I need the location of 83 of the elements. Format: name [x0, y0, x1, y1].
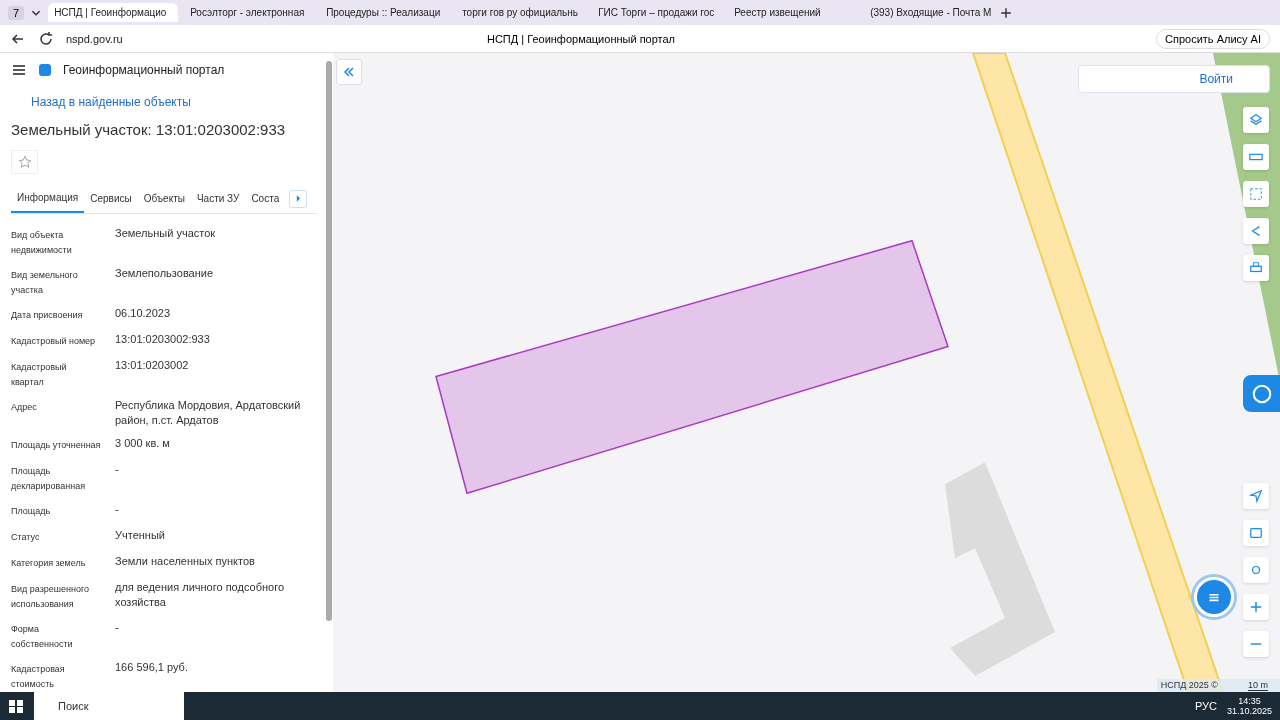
field-value: 13:01:0203002 [115, 358, 190, 373]
field-label: Вид земельного участка [11, 269, 79, 297]
field-label: Вид объекта недвижимости [11, 229, 73, 257]
back-link[interactable]: Назад в найденные объекты [31, 95, 333, 110]
field-label: Дата присвоения [11, 309, 84, 322]
field-value: Земельный участок [115, 226, 217, 241]
login-button[interactable]: Войти [1078, 65, 1270, 93]
app-title: Геоинформационный портал [63, 63, 225, 78]
browser-tab[interactable]: Росэлторг - электронная [184, 3, 315, 22]
field-label: Вид разрешенного использования [11, 583, 91, 611]
ruler-button[interactable] [1243, 144, 1269, 170]
browser-tab[interactable]: торги гов ру официальнь [456, 3, 587, 22]
tab-count[interactable]: 7 [8, 5, 25, 20]
field-value: - [115, 462, 120, 477]
double-chevron-icon [343, 66, 355, 78]
feedback-button[interactable] [1243, 375, 1280, 412]
field-label: Площадь уточненная [11, 439, 102, 452]
field-value: 166 596,1 руб. [115, 660, 189, 675]
info-tab[interactable]: Части ЗУ [190, 185, 246, 212]
tabs-scroll-button[interactable] [289, 189, 308, 208]
share-button[interactable] [1243, 218, 1269, 244]
area-select-button[interactable] [1243, 181, 1269, 207]
layers-icon [1249, 113, 1263, 127]
field-label: Кадастровый номер [11, 335, 97, 348]
browser-tab[interactable]: (393) Входящие - Почта М [864, 3, 995, 22]
object-heading: Земельный участок: 13:01:0203002:933 [11, 121, 287, 139]
field-value: 13:01:0203002:933 [115, 332, 211, 347]
plus-icon [1249, 600, 1263, 614]
scrollbar[interactable] [326, 61, 332, 621]
rectangle-icon [1249, 526, 1263, 540]
search-field[interactable]: Поиск [34, 692, 184, 720]
browser-tab[interactable]: Процедуры :: Реализаци [320, 3, 451, 22]
locate-button[interactable] [1243, 483, 1269, 509]
dashed-square-icon [1249, 187, 1263, 201]
info-tab[interactable]: Объекты [137, 185, 191, 212]
scale-bar: 10 m [1248, 680, 1268, 691]
browser-tab[interactable]: НСПД | Геоинформацио [48, 3, 179, 22]
field-value: 06.10.2023 [115, 306, 172, 321]
printer-icon [1249, 261, 1263, 275]
favorite-button[interactable] [11, 150, 38, 174]
field-value: Учтенный [115, 528, 166, 543]
clock-date[interactable]: 31.10.2025 [1226, 706, 1272, 716]
pin-button[interactable] [1243, 557, 1269, 583]
browser-tab[interactable]: Реестр извещений [728, 3, 859, 22]
plus-icon[interactable] [1000, 6, 1013, 19]
field-label: Площадь декларированная [11, 465, 87, 493]
field-value: - [115, 502, 120, 517]
ask-alice-button[interactable]: Спросить Алису AI [1156, 28, 1270, 49]
field-value: Земли населенных пунктов [115, 554, 256, 569]
field-value: Республика Мордовия, Ардатовский район, п.ст. Ардатов [115, 398, 302, 428]
chat-button[interactable] [1194, 577, 1234, 617]
info-tab[interactable]: Информация [11, 184, 85, 213]
field-label: Форма собственности [11, 623, 74, 651]
zoom-out-button[interactable] [1243, 631, 1269, 657]
caret-icon [295, 195, 301, 202]
field-value: для ведения личного подсобного хозяйства [115, 580, 286, 610]
field-value: Землепользование [115, 266, 215, 281]
reload-icon[interactable] [38, 30, 54, 47]
field-value: 3 000 кв. м [115, 436, 171, 451]
star-icon [17, 155, 32, 170]
clock-time[interactable]: 14:35 [1238, 696, 1261, 706]
info-tab[interactable]: Сервисы [84, 185, 138, 212]
print-button[interactable] [1243, 255, 1269, 281]
navigation-arrow-icon [1249, 489, 1263, 503]
logo-icon [37, 62, 53, 79]
address-field[interactable]: nspd.gov.ru [66, 32, 236, 45]
layers-button[interactable] [1243, 107, 1269, 133]
zoom-in-button[interactable] [1243, 594, 1269, 620]
info-tab[interactable]: Соста [245, 185, 286, 212]
language-indicator[interactable]: РУС [1194, 700, 1217, 712]
collapse-panel-button[interactable] [336, 59, 362, 85]
field-label: Адрес [11, 401, 38, 414]
browser-tab[interactable]: ГИС Торги – продажи гос [592, 3, 723, 22]
field-label: Статус [11, 531, 41, 544]
field-label: Категория земель [11, 557, 87, 570]
page-title: НСПД | Геоинформационный портал [485, 32, 677, 45]
field-label: Кадастровый квартал [11, 361, 68, 389]
minimap-button[interactable] [1243, 520, 1269, 546]
map-attribution: НСПД 2025 © [1160, 680, 1218, 691]
windows-icon[interactable] [8, 698, 24, 714]
field-label: Кадастровая стоимость [11, 663, 66, 691]
field-value: - [115, 620, 120, 635]
field-label: Площадь [11, 505, 52, 518]
